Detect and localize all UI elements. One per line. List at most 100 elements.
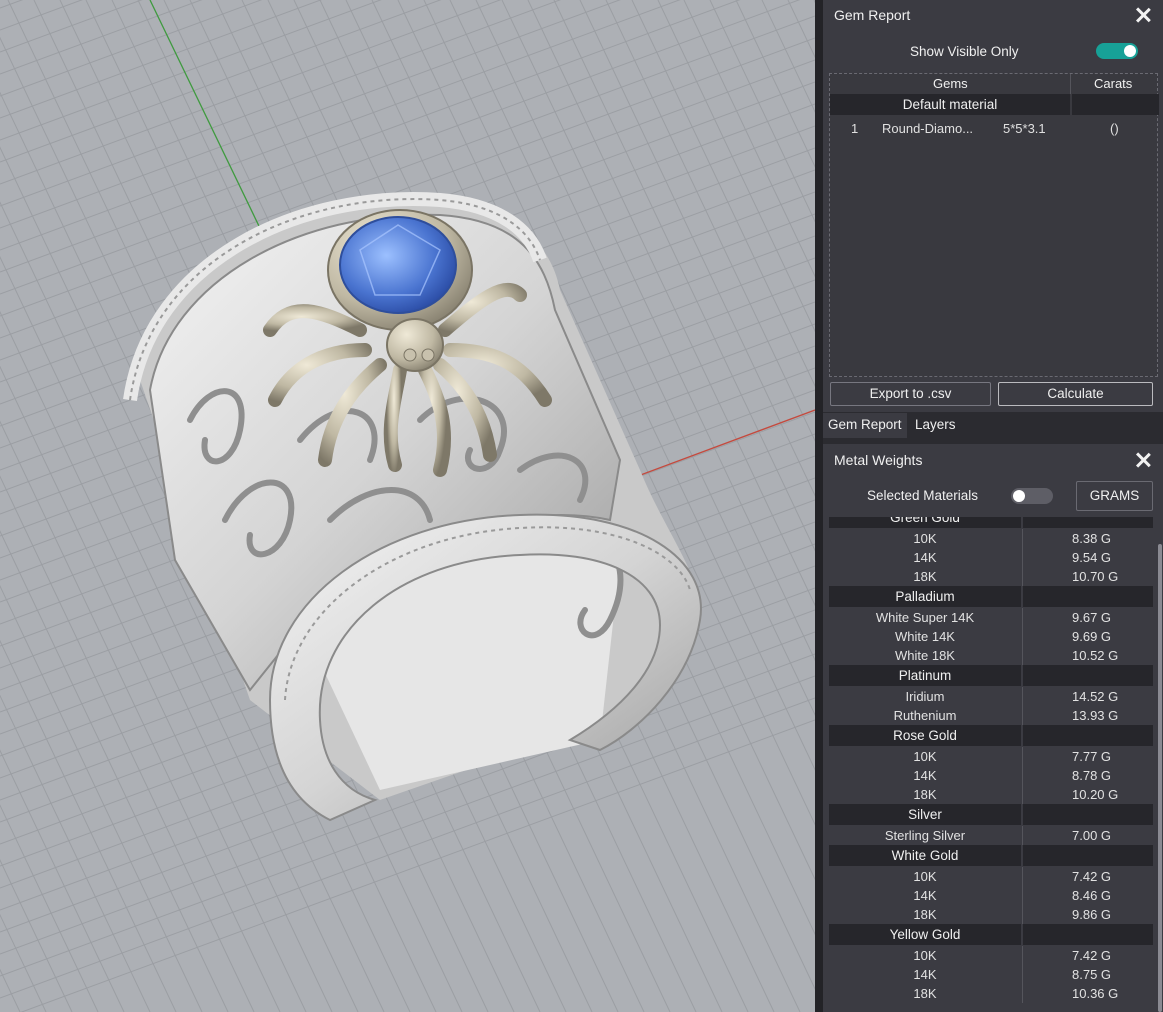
column-divider [1022,886,1023,905]
metal-alloy-name: 18K [913,787,937,802]
column-divider [1022,646,1023,665]
3d-viewport[interactable] [0,0,815,1012]
tab-layers[interactable]: Layers [910,413,961,438]
close-icon[interactable] [1135,452,1151,468]
list-item[interactable]: 10K 7.42 G [829,867,1153,886]
metal-group-row[interactable]: White Gold [829,845,1153,867]
show-visible-label: Show Visible Only [910,44,1019,59]
metal-alloy-name: 18K [913,569,937,584]
metal-group-label: White Gold [829,845,1021,866]
metal-weight-value: 10.20 G [1072,787,1119,802]
column-divider [1022,529,1023,548]
grid-line [761,0,815,113]
calculate-button[interactable]: Calculate [998,382,1153,406]
close-icon[interactable] [1135,7,1151,23]
metal-weight-value: 9.54 G [1072,550,1112,565]
list-item[interactable]: White Super 14K 9.67 G [829,608,1153,627]
list-item[interactable]: 18K 10.36 G [829,984,1153,1003]
list-item[interactable]: White 18K 10.52 G [829,646,1153,665]
list-item[interactable]: 10K 7.42 G [829,946,1153,965]
grid-line [0,0,263,97]
metal-alloy-name: 18K [913,907,937,922]
column-divider [1022,965,1023,984]
column-divider [1022,946,1023,965]
list-item[interactable]: 14K 8.78 G [829,766,1153,785]
metal-weight-value: 9.67 G [1072,610,1112,625]
gem-table[interactable]: Gems Carats Default material 1 Round-Dia… [829,73,1159,377]
panel-splitter[interactable] [815,0,823,1012]
list-item[interactable]: 18K 10.20 G [829,785,1153,804]
metal-weight-value: 8.78 G [1072,768,1112,783]
gem-index: 1 [851,121,859,136]
metal-weight-value: 7.77 G [1072,749,1112,764]
column-divider [1022,867,1023,886]
list-item[interactable]: 14K 8.46 G [829,886,1153,905]
panel-tab-bar: Gem Report Layers [823,413,1163,438]
metal-group-label: Rose Gold [829,725,1021,746]
grid-line [0,0,203,75]
list-item[interactable]: Iridium 14.52 G [829,687,1153,706]
list-item[interactable]: Sterling Silver 7.00 G [829,826,1153,845]
units-button[interactable]: GRAMS [1076,481,1153,511]
column-divider[interactable] [1070,74,1071,94]
gem-carats: () [1110,121,1119,136]
metal-alloy-name: 14K [913,550,937,565]
metal-alloy-name: 10K [913,749,937,764]
grid-line [787,0,815,59]
viewport-canvas[interactable] [0,0,815,1012]
blue-gemstone[interactable] [339,216,457,314]
metal-weights-list[interactable]: Green Gold 10K 8.38 G 14K 9.54 G 18K 10.70 G Pa… [829,517,1153,1012]
scrollbar[interactable] [1158,544,1162,1012]
metal-alloy-name: White Super 14K [875,610,975,625]
list-item[interactable]: 14K 8.75 G [829,965,1153,984]
column-divider [1022,984,1023,1003]
column-header-carats[interactable]: Carats [1094,76,1132,91]
metal-group-value-cell [1023,804,1153,825]
column-header-gems[interactable]: Gems [933,76,968,91]
metal-alloy-name: White 14K [895,629,955,644]
metal-group-value-cell [1023,517,1153,528]
metal-weight-value: 8.46 G [1072,888,1112,903]
gem-table-header: Gems Carats [830,74,1157,94]
gem-name: Round-Diamo... [882,121,974,136]
metal-group-row[interactable]: Green Gold [829,517,1153,529]
list-item[interactable]: 10K 7.77 G [829,747,1153,766]
table-row[interactable]: 1 Round-Diamo... 5*5*3.1 () [830,119,1157,139]
export-csv-button[interactable]: Export to .csv [830,382,991,406]
selected-materials-toggle[interactable] [1011,488,1053,504]
tab-gem-report[interactable]: Gem Report [823,413,907,438]
metal-weights-panel: Metal Weights Selected Materials GRAMS G… [823,444,1163,1012]
grid-line [0,0,562,207]
metal-alloy-name: 10K [913,948,937,963]
list-item[interactable]: 18K 10.70 G [829,567,1153,586]
list-item[interactable]: White 14K 9.69 G [829,627,1153,646]
grid-line [0,0,442,163]
column-divider [1022,766,1023,785]
list-item[interactable]: Ruthenium 13.93 G [829,706,1153,725]
metal-group-row[interactable]: Silver [829,804,1153,826]
gem-group-row[interactable]: Default material [830,94,1159,115]
metal-group-row[interactable]: Platinum [829,665,1153,687]
grid-line [631,0,815,387]
metal-group-row[interactable]: Palladium [829,586,1153,608]
list-item[interactable]: 18K 9.86 G [829,905,1153,924]
metal-alloy-name: Ruthenium [893,708,957,723]
metal-alloy-name: 14K [913,768,937,783]
show-visible-toggle[interactable] [1096,43,1138,59]
metal-group-row[interactable]: Yellow Gold [829,924,1153,946]
metal-weight-value: 9.86 G [1072,907,1112,922]
list-item[interactable]: 14K 9.54 G [829,548,1153,567]
column-divider [1022,567,1023,586]
list-item[interactable]: 10K 8.38 G [829,529,1153,548]
metal-group-row[interactable]: Rose Gold [829,725,1153,747]
metal-group-value-cell [1023,665,1153,686]
metal-alloy-name: 10K [913,869,937,884]
metal-weight-value: 7.42 G [1072,869,1112,884]
gem-group-label: Default material [830,94,1070,115]
ring-model[interactable] [123,192,702,822]
metal-weight-value: 10.70 G [1072,569,1119,584]
metal-group-label: Silver [829,804,1021,825]
metal-weight-value: 10.36 G [1072,986,1119,1001]
metal-group-label: Palladium [829,586,1021,607]
metal-group-value-cell [1023,725,1153,746]
